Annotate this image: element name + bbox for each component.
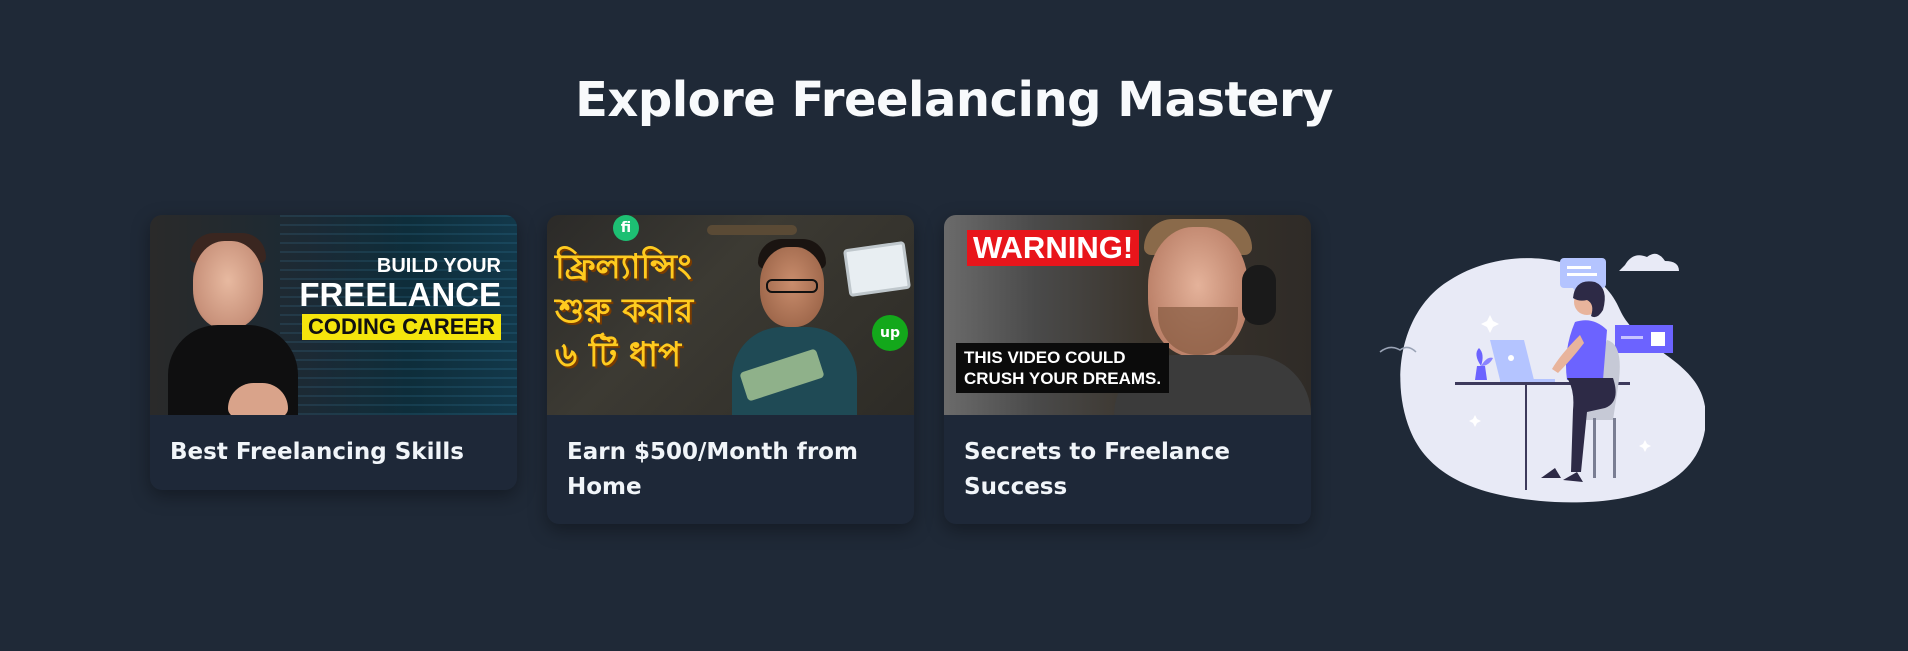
video-thumbnail[interactable]: BUILD YOUR FREELANCE CODING CAREER	[150, 215, 517, 415]
thumbnail-bengali-text: ফ্রিল্যান্সিং শুরু করার ৬ টি ধাপ	[555, 247, 694, 375]
thumbnail-highlight: CODING CAREER	[301, 314, 501, 340]
headphones-icon	[1242, 265, 1276, 325]
thumbnail-text: BUILD YOUR FREELANCE CODING CAREER	[299, 255, 501, 340]
fiverr-logo-icon: fi	[613, 215, 639, 241]
card-title[interactable]: Earn $500/Month from Home	[547, 415, 914, 524]
thumbnail-caption: THIS VIDEO COULD CRUSH YOUR DREAMS.	[956, 343, 1170, 393]
thumbnail-line: BUILD YOUR	[376, 255, 501, 277]
video-card-earn-500-month[interactable]: fi ফ্রিল্যান্সিং শুরু করার ৬ টি ধাপ up E…	[547, 215, 914, 524]
card-title[interactable]: Best Freelancing Skills	[150, 415, 517, 490]
laptop-icon	[842, 240, 912, 298]
woman-working-on-laptop-illustration	[1379, 253, 1705, 503]
video-card-best-freelancing-skills[interactable]: BUILD YOUR FREELANCE CODING CAREER Best …	[150, 215, 517, 490]
video-thumbnail[interactable]: fi ফ্রিল্যান্সিং শুরু করার ৬ টি ধাপ up	[547, 215, 914, 415]
caption-line: THIS VIDEO COULD	[964, 348, 1126, 367]
warning-badge: WARNING!	[967, 230, 1140, 266]
caption-line: CRUSH YOUR DREAMS.	[964, 369, 1162, 388]
video-card-secrets-to-success[interactable]: WARNING! THIS VIDEO COULD CRUSH YOUR DRE…	[944, 215, 1311, 524]
thumbnail-line: FREELANCE	[299, 276, 501, 313]
presenter-image	[168, 233, 298, 415]
section-title: Explore Freelancing Mastery	[575, 72, 1333, 128]
card-title[interactable]: Secrets to Freelance Success	[944, 415, 1311, 524]
video-thumbnail[interactable]: WARNING! THIS VIDEO COULD CRUSH YOUR DRE…	[944, 215, 1311, 415]
upwork-logo-icon: up	[872, 315, 908, 351]
